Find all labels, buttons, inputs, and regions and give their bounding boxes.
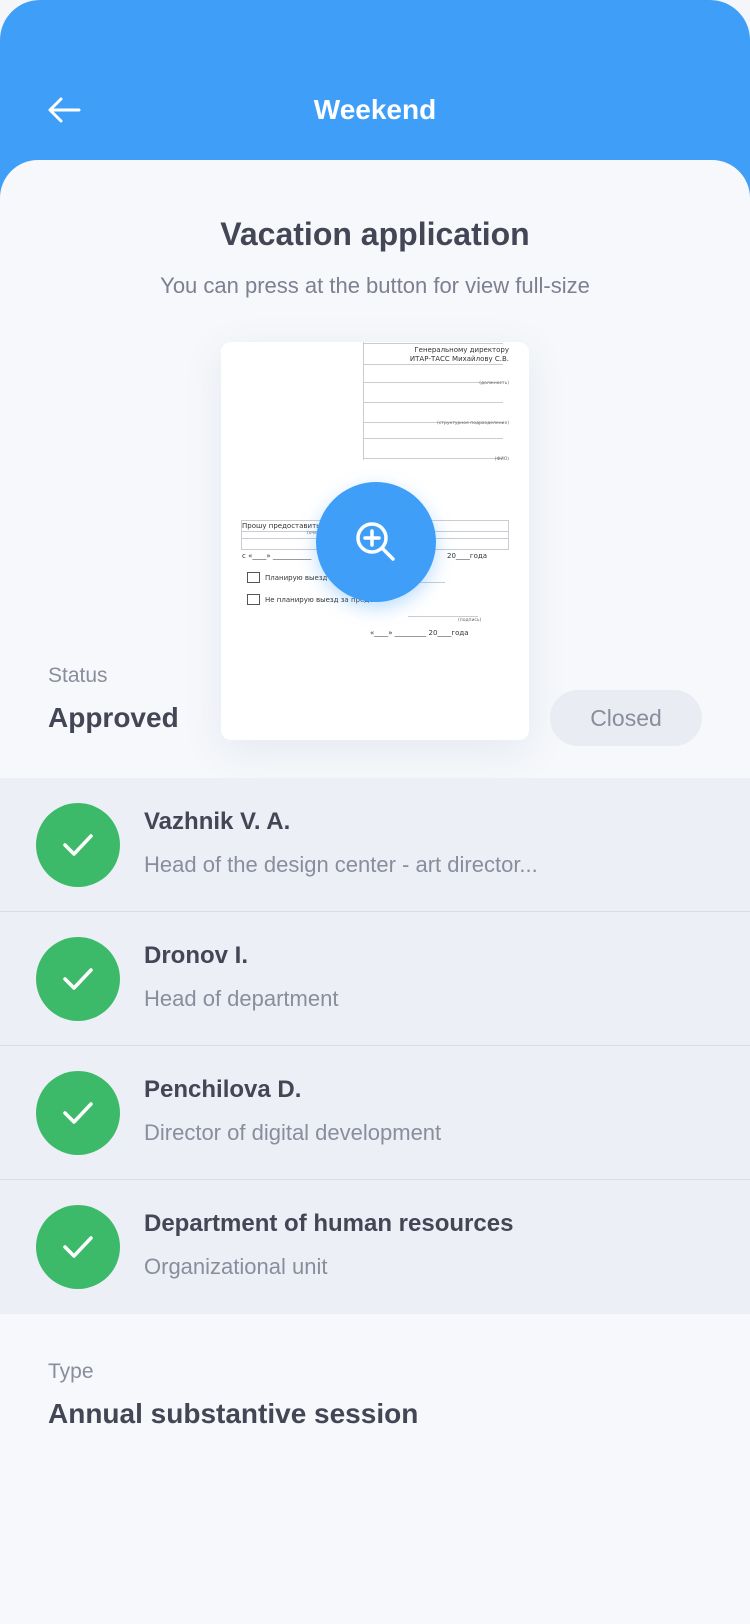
approver-role: Director of digital development xyxy=(144,1120,442,1145)
doc-border xyxy=(363,342,364,460)
approver-role: Head of the design center - art director… xyxy=(144,852,538,877)
approver-role: Head of department xyxy=(144,986,339,1011)
approved-badge xyxy=(36,1205,120,1289)
approver-role: Organizational unit xyxy=(144,1254,328,1279)
approver-name: Department of human resources xyxy=(144,1210,514,1237)
approver-name: Penchilova D. xyxy=(144,1076,302,1103)
closed-badge: Closed xyxy=(550,690,702,746)
doc-label-name: (ФИО) xyxy=(494,457,509,462)
check-icon xyxy=(63,968,93,990)
doc-date-sign: «____» _________ 20____года xyxy=(370,629,469,637)
screen: Weekend Vacation application You can pre… xyxy=(0,0,750,1624)
doc-addressee-1: Генеральному директору xyxy=(414,346,509,354)
doc-date-from: с «____» ___________ xyxy=(242,552,312,560)
type-value: Annual substantive session xyxy=(48,1398,419,1429)
doc-rule xyxy=(408,616,478,617)
zoom-in-icon xyxy=(356,522,395,561)
doc-rule xyxy=(363,402,503,403)
approver-row[interactable]: Department of human resources Organizati… xyxy=(0,1180,750,1314)
doc-label-unit: (структурное подразделение) xyxy=(437,421,509,426)
approver-name: Vazhnik V. A. xyxy=(144,808,291,835)
approver-row[interactable]: Dronov I. Head of department xyxy=(0,912,750,1046)
check-icon xyxy=(63,1236,93,1258)
check-icon xyxy=(63,834,93,856)
approved-badge xyxy=(36,1071,120,1155)
doc-border xyxy=(241,520,242,550)
check-icon xyxy=(63,1102,93,1124)
content-card: Vacation application You can press at th… xyxy=(0,160,750,1624)
doc-rule xyxy=(363,458,503,459)
status-value: Approved xyxy=(48,702,179,733)
doc-rule xyxy=(363,438,503,439)
approver-row[interactable]: Penchilova D. Director of digital develo… xyxy=(0,1046,750,1180)
doc-label-position: (должность) xyxy=(479,381,509,386)
document-subtitle: You can press at the button for view ful… xyxy=(160,273,590,298)
approver-row[interactable]: Vazhnik V. A. Head of the design center … xyxy=(0,778,750,912)
approver-name: Dronov I. xyxy=(144,942,249,969)
header-title: Weekend xyxy=(313,94,437,125)
zoom-button[interactable] xyxy=(316,482,436,602)
doc-request-text: Прошу предоставить с xyxy=(242,522,327,530)
doc-checkbox xyxy=(247,572,260,583)
document-title: Vacation application xyxy=(220,216,530,252)
approvers-list: Vazhnik V. A. Head of the design center … xyxy=(0,778,750,1314)
doc-rule xyxy=(363,364,503,365)
status-label: Status xyxy=(48,664,108,687)
approved-badge xyxy=(36,937,120,1021)
doc-border xyxy=(508,520,509,550)
doc-rule xyxy=(363,343,503,344)
type-label: Type xyxy=(48,1360,94,1383)
approved-badge xyxy=(36,803,120,887)
doc-addressee-2: ИТАР-ТАСС Михайлову С.В. xyxy=(409,355,509,363)
doc-signature-label: (подпись) xyxy=(458,618,482,623)
doc-year: 20____года xyxy=(447,552,487,560)
doc-checkbox xyxy=(247,594,260,605)
